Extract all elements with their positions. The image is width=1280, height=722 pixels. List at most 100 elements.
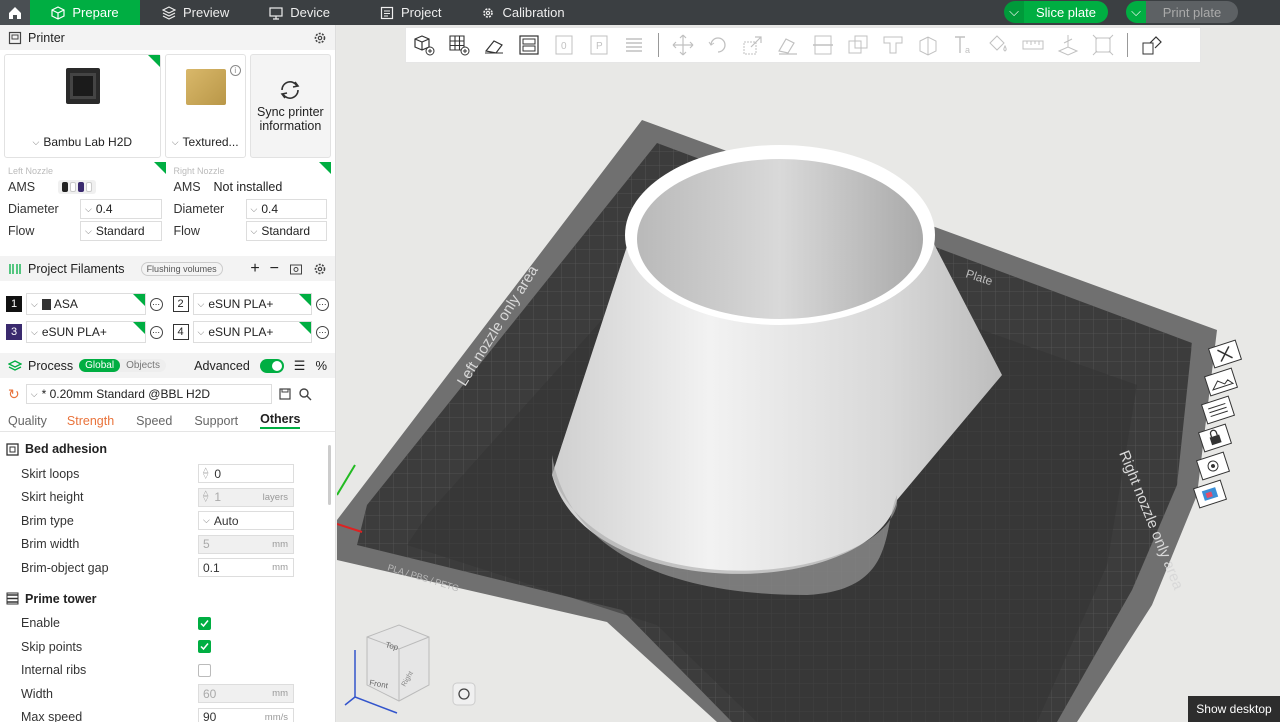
assembly-button[interactable] [1054,31,1082,59]
spinner-icon[interactable]: △ ▽ [203,490,208,503]
tab-preview[interactable]: Preview [142,0,249,25]
gear-icon[interactable] [313,31,327,45]
width-input[interactable]: 60 mm [198,684,294,704]
plate-color-icon[interactable] [1192,479,1228,509]
color-paint-button[interactable] [984,31,1012,59]
home-button[interactable] [0,0,30,25]
advanced-switch[interactable] [259,358,284,373]
add-object-button[interactable] [410,31,438,59]
printer-model-card[interactable]: ⌵ Bambu Lab H2D [4,54,161,158]
right-diameter-select[interactable]: ⌵ 0.4 [245,199,327,219]
move-button[interactable] [669,31,697,59]
boolean-button[interactable] [844,31,872,59]
support-paint-icon [883,36,903,54]
info-icon[interactable]: i [229,65,241,76]
flushing-volumes-button[interactable]: Flushing volumes [140,261,223,276]
percent-icon[interactable]: % [315,358,327,373]
right-flow-select[interactable]: ⌵ Standard [245,221,327,241]
plate-type-card[interactable]: i ⌵ Textured... [164,54,246,158]
assembly-icon [1057,35,1079,56]
slice-dropdown-button[interactable]: ⌵ [1004,1,1024,23]
reset-icon[interactable]: ↻ [8,386,20,403]
slice-plate-button[interactable]: Slice plate [1024,1,1108,23]
more-icon[interactable]: ⋯ [149,297,163,311]
orient-plate-icon[interactable] [1195,451,1231,481]
tab-others[interactable]: Others [260,412,301,429]
brim-gap-input[interactable]: 0.1 mm [198,558,294,578]
filament-slot-3: 3 ⌵ eSUN PLA+ ⋯ [6,321,163,343]
process-preset-select[interactable]: ⌵ * 0.20mm Standard @BBL H2D [25,384,272,404]
paint-bucket-icon [989,35,1007,52]
spinner-icon[interactable]: △ ▽ [203,467,208,480]
sync-printer-button[interactable]: Sync printer information [249,54,331,158]
filament-select[interactable]: ⌵ eSUN PLA+ [192,321,312,343]
brim-width-input[interactable]: 5 mm [198,534,294,554]
3d-viewport[interactable]: Left nozzle only area Right nozzle only … [337,25,1280,722]
lock-icon[interactable] [1197,423,1233,453]
cut-button[interactable] [809,31,837,59]
text-button[interactable]: a [949,31,977,59]
objects-option[interactable]: Objects [120,359,166,372]
brim-type-select[interactable]: ⌵ Auto [198,511,294,531]
tab-device[interactable]: Device [249,0,350,25]
print-dropdown-button[interactable]: ⌵ [1126,1,1146,23]
list-icon[interactable]: ☰ [294,358,306,374]
width-label: Width [21,686,53,701]
auto-orient-button[interactable] [480,31,508,59]
tab-project[interactable]: Project [360,0,461,25]
lay-on-face-button[interactable] [774,31,802,59]
measure-button[interactable] [1019,31,1047,59]
show-desktop-button[interactable]: Show desktop [1188,696,1280,722]
left-diameter-select[interactable]: ⌵ 0.4 [80,199,162,219]
view-cube[interactable]: Top Front Right [344,624,430,714]
search-icon[interactable] [298,387,312,401]
camera-fit-icon[interactable] [452,682,476,706]
support-paint-button[interactable] [879,31,907,59]
left-flow-select[interactable]: ⌵ Standard [80,221,162,241]
filament-select[interactable]: ⌵ eSUN PLA+ [192,293,312,315]
tab-quality[interactable]: Quality [8,414,47,428]
remove-icon[interactable]: − [270,260,279,278]
explode-view-button[interactable] [1138,31,1166,59]
filament-select[interactable]: ⌵ eSUN PLA+ [26,321,146,343]
plate-0-button[interactable]: 0 [550,31,578,59]
gear-icon[interactable] [313,262,327,276]
max-speed-input[interactable]: 90 mm/s [198,707,294,722]
print-plate-button[interactable]: Print plate [1146,1,1238,23]
add-plate-button[interactable] [445,31,473,59]
tab-support[interactable]: Support [194,414,238,428]
settings-scrollbar[interactable] [328,445,331,505]
internal-ribs-checkbox[interactable] [198,663,211,677]
list-button[interactable] [620,31,648,59]
sync-filament-icon[interactable] [289,262,303,276]
global-option[interactable]: Global [79,359,121,372]
filament-select[interactable]: ⌵ ASA [26,293,146,315]
plate-image-icon[interactable] [1203,367,1239,397]
save-icon[interactable] [278,387,292,401]
close-plate-icon[interactable] [1207,339,1243,369]
tab-calibration[interactable]: Calibration [461,0,584,25]
plate-settings-icon[interactable] [1200,395,1236,425]
enable-checkbox[interactable] [198,616,211,630]
skip-points-checkbox[interactable] [198,640,211,654]
width-row: Width 60 mm [0,682,335,706]
add-icon[interactable]: + [250,260,259,278]
text-icon: a [955,36,970,55]
fit-view-button[interactable] [1089,31,1117,59]
scale-button[interactable] [739,31,767,59]
skirt-loops-input[interactable]: △ ▽ 0 [198,464,294,484]
more-icon[interactable]: ⋯ [149,325,163,339]
skirt-height-input[interactable]: △ ▽ 1 layers [198,487,294,507]
advanced-label: Advanced [194,358,250,373]
arrange-button[interactable] [515,31,543,59]
ams-spools-icon[interactable] [58,180,96,194]
tab-prepare[interactable]: Prepare [30,0,140,25]
more-icon[interactable]: ⋯ [316,325,329,339]
plate-p-button[interactable]: P [585,31,613,59]
more-icon[interactable]: ⋯ [316,297,329,311]
rotate-button[interactable] [704,31,732,59]
tab-strength[interactable]: Strength [67,414,114,428]
seam-paint-button[interactable] [914,31,942,59]
global-objects-toggle[interactable]: Global Objects [79,359,166,372]
tab-speed[interactable]: Speed [136,414,172,428]
